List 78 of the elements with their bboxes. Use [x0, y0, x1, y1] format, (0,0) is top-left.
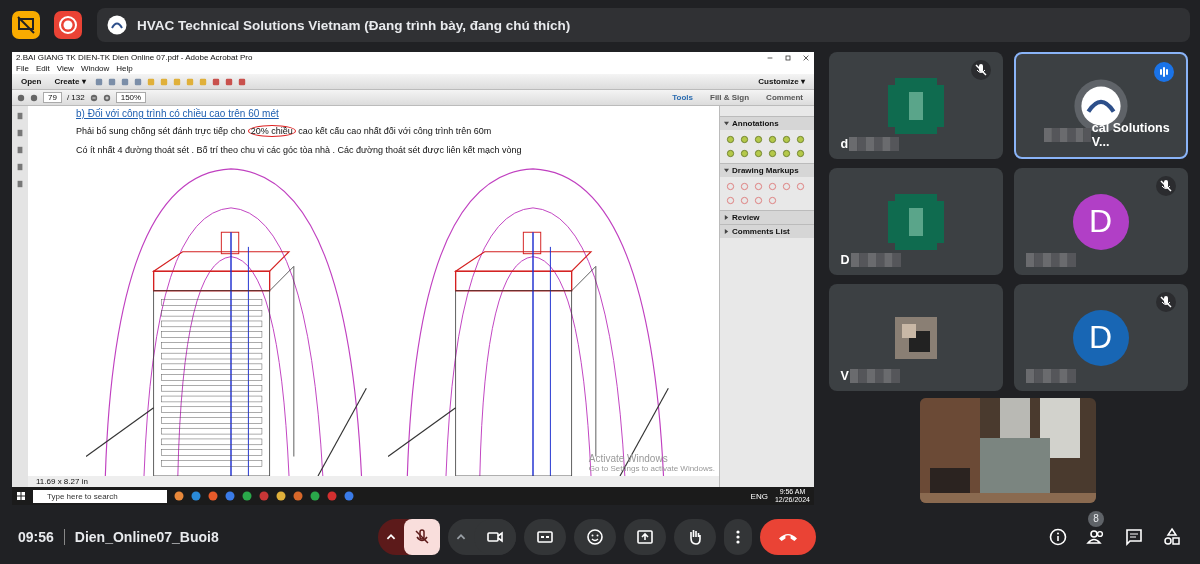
sidebar-icon[interactable]: [16, 180, 24, 188]
menu-item[interactable]: File: [16, 64, 29, 73]
document-heading: b) Đối với công trình có chiều cao trên 60 mét: [76, 108, 280, 119]
sidebar-icon[interactable]: [16, 129, 24, 137]
collapse-triangle-icon[interactable]: [724, 121, 729, 126]
create-button[interactable]: Create ▾: [50, 76, 90, 87]
panel-section-header[interactable]: Annotations: [720, 116, 814, 130]
menu-item[interactable]: Window: [80, 64, 110, 73]
menu-item[interactable]: View: [56, 64, 74, 73]
more-icon: [736, 529, 740, 544]
page-size: 11.69 x 8.27 in: [36, 477, 88, 486]
participant-tile[interactable]: D: [828, 168, 1003, 275]
participant-tile[interactable]: V: [828, 284, 1003, 391]
logo-icon: [107, 15, 127, 35]
captions-button[interactable]: [524, 518, 566, 555]
info-icon[interactable]: [1048, 526, 1068, 547]
pixelated-name: [1025, 253, 1076, 267]
document-text: cao kết cấu cao nhất đối với công trình trên 60m: [297, 126, 492, 136]
participant-tile[interactable]: D: [1013, 284, 1188, 391]
panel-section-header[interactable]: Comments List: [720, 224, 814, 238]
zoom-in-icon[interactable]: [102, 93, 111, 102]
panel-tab[interactable]: Fill & Sign: [704, 91, 756, 104]
pixelated-name: [850, 253, 901, 267]
avatar: D: [1072, 193, 1129, 250]
document-text: Có ít nhất 4 đường thoát sét . Bố trí theo chu vi các góc tòa nhà . Các đường thoát sét được liên kết mạch vòng: [76, 145, 523, 155]
sidebar-icon[interactable]: [16, 163, 24, 171]
panel-section-header[interactable]: Review: [720, 210, 814, 224]
page-count: / 132: [66, 93, 85, 102]
open-button[interactable]: Open: [17, 76, 46, 87]
presentation-off-icon[interactable]: [11, 10, 41, 40]
maximize-icon[interactable]: [784, 53, 792, 62]
emoji-button[interactable]: [574, 518, 616, 555]
pixelated-name: [849, 369, 900, 383]
recording-icon[interactable]: [53, 10, 83, 40]
panel-section-header[interactable]: Drawing Markups: [720, 163, 814, 177]
avatar: D: [1072, 309, 1129, 366]
start-icon[interactable]: [16, 491, 26, 501]
zoom-out-icon[interactable]: [89, 93, 98, 102]
panel-tab[interactable]: Tools: [666, 91, 699, 104]
pixelated-name: [1043, 128, 1091, 142]
more-options-button[interactable]: [724, 518, 752, 555]
close-icon[interactable]: [802, 53, 810, 62]
pixelated-name: [849, 137, 900, 151]
document-text: Phải bổ sung chống sét đánh trực tiếp cho: [76, 126, 247, 136]
pixelated-name: [1025, 369, 1076, 383]
page-field[interactable]: 79: [43, 92, 62, 103]
expand-triangle-icon[interactable]: [724, 215, 729, 220]
activities-icon[interactable]: [1162, 526, 1182, 547]
presenter-title: HVAC Technical Solutions Vietnam (Đang trình bày, đang chú thích): [137, 17, 571, 33]
meeting-name: Dien_Online07_Buoi8: [74, 528, 219, 545]
language-indicator[interactable]: ENG: [750, 491, 768, 501]
menu-item[interactable]: Help: [116, 64, 133, 73]
microphone-button[interactable]: [404, 518, 440, 555]
participant-name: cal Solutions V...: [1091, 121, 1171, 149]
panel-tab[interactable]: Comment: [760, 91, 809, 104]
collapse-triangle-icon[interactable]: [724, 168, 729, 173]
participant-count-badge: 8: [1088, 510, 1104, 527]
phone-icon: [779, 532, 797, 541]
expand-triangle-icon[interactable]: [724, 229, 729, 234]
taskbar-search-field[interactable]: Type here to search: [33, 489, 167, 503]
menu-item[interactable]: Edit: [35, 64, 50, 73]
sidebar-icon[interactable]: [16, 112, 24, 120]
chat-icon[interactable]: [1124, 526, 1144, 547]
participant-name: V: [840, 369, 849, 383]
meeting-time: 09:56: [18, 528, 54, 545]
participant-tile[interactable]: d: [828, 52, 1003, 159]
customize-button[interactable]: Customize ▾: [754, 76, 809, 87]
present-button[interactable]: [624, 518, 666, 555]
participant-tile[interactable]: D: [1013, 168, 1188, 275]
smiley-icon: [585, 526, 605, 547]
sidebar-icon[interactable]: [16, 146, 24, 154]
participant-tile[interactable]: cal Solutions V...: [1013, 52, 1188, 159]
raise-hand-button[interactable]: [674, 518, 716, 555]
end-call-button[interactable]: [760, 518, 816, 555]
participant-name: D: [840, 253, 850, 267]
zoom-field[interactable]: 150%: [115, 92, 147, 103]
window-title: 2.BAI GIANG TK DIEN-TK Dien Online 07.pdf - Adobe Acrobat Pro: [16, 53, 253, 62]
participant-name: d: [840, 137, 849, 151]
